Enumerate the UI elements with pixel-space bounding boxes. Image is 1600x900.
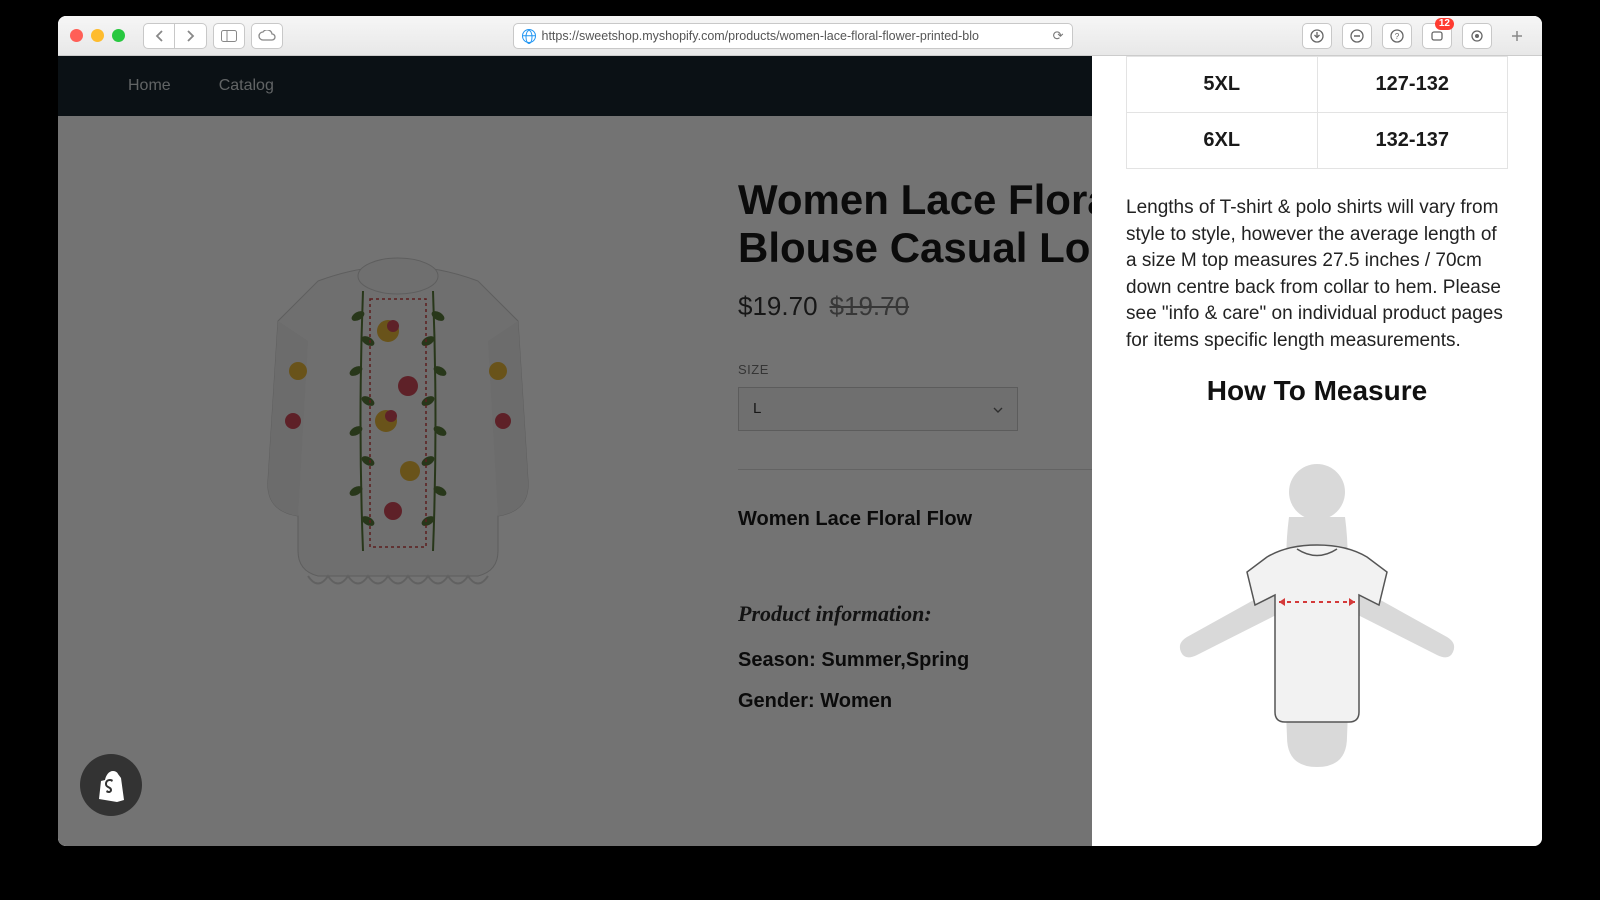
url-bar[interactable]: https://sweetshop.myshopify.com/products…: [513, 23, 1073, 49]
range-cell: 127-132: [1317, 57, 1508, 113]
minimize-window-icon[interactable]: [91, 29, 104, 42]
extension-icon-3[interactable]: 12: [1422, 23, 1452, 49]
traffic-lights: [70, 29, 125, 42]
size-guide-text: Lengths of T-shirt & polo shirts will va…: [1126, 195, 1508, 355]
download-icon[interactable]: [1302, 23, 1332, 49]
toolbar-right-icons: ? 12: [1302, 23, 1532, 49]
forward-button[interactable]: [175, 23, 207, 49]
reload-icon[interactable]: ⟳: [1053, 28, 1064, 44]
extension-icon-2[interactable]: ?: [1382, 23, 1412, 49]
shopify-icon: [96, 768, 126, 802]
table-row: 5XL 127-132: [1127, 57, 1508, 113]
size-guide-panel: 5XL 127-132 6XL 132-137 Lengths of T-shi…: [1092, 56, 1542, 846]
globe-icon: [522, 29, 536, 43]
browser-window: https://sweetshop.myshopify.com/products…: [58, 16, 1542, 846]
range-cell: 132-137: [1317, 113, 1508, 169]
size-cell: 5XL: [1127, 57, 1318, 113]
nav-back-forward-group: [143, 23, 207, 49]
extension-icon-1[interactable]: [1342, 23, 1372, 49]
measure-figure: [1126, 437, 1508, 777]
viewport: Home Catalog: [58, 56, 1542, 846]
new-tab-button[interactable]: [1502, 23, 1532, 49]
svg-text:?: ?: [1395, 32, 1400, 41]
url-text: https://sweetshop.myshopify.com/products…: [542, 29, 1047, 43]
size-table: 5XL 127-132 6XL 132-137: [1126, 56, 1508, 169]
table-row: 6XL 132-137: [1127, 113, 1508, 169]
close-window-icon[interactable]: [70, 29, 83, 42]
sidebar-toggle-button[interactable]: [213, 23, 245, 49]
back-button[interactable]: [143, 23, 175, 49]
shopify-badge[interactable]: [80, 754, 142, 816]
cloud-tabs-button[interactable]: [251, 23, 283, 49]
measure-illustration: [1147, 437, 1487, 777]
maximize-window-icon[interactable]: [112, 29, 125, 42]
size-cell: 6XL: [1127, 113, 1318, 169]
how-to-measure-heading: How To Measure: [1126, 375, 1508, 407]
extension-icon-4[interactable]: [1462, 23, 1492, 49]
browser-toolbar: https://sweetshop.myshopify.com/products…: [58, 16, 1542, 56]
notification-badge: 12: [1435, 18, 1454, 30]
